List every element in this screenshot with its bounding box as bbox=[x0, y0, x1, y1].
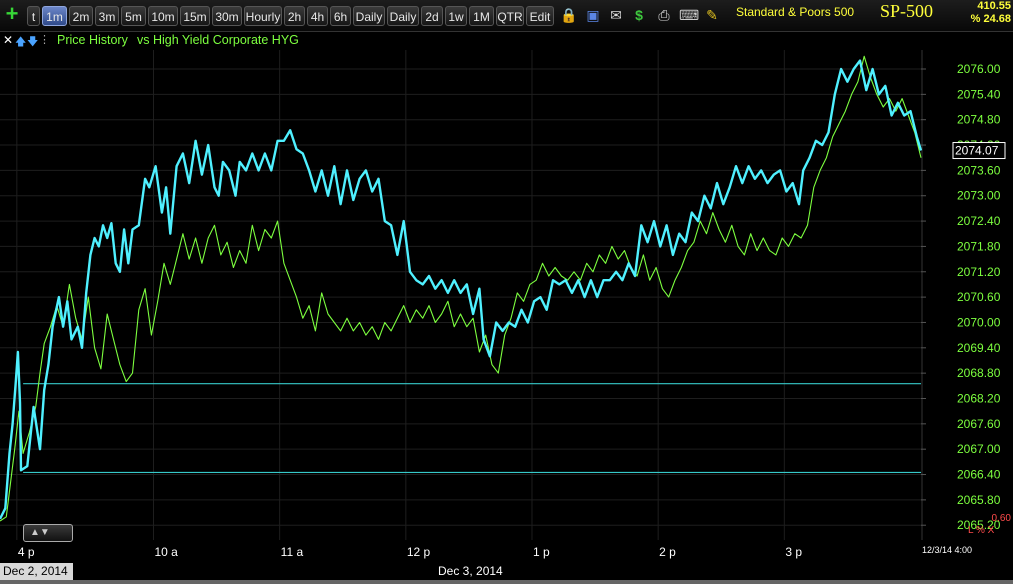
x-tick-label: 3 p bbox=[785, 545, 802, 559]
date-left: Dec 2, 2014 bbox=[0, 563, 73, 580]
y-tick-label: 2076.00 bbox=[957, 62, 1001, 76]
horizontal-lines bbox=[23, 383, 921, 474]
grip-icon: ▲▼ bbox=[30, 527, 50, 538]
y-tick-label: 2075.40 bbox=[957, 87, 1001, 101]
x-tick-label: 10 a bbox=[155, 545, 179, 559]
y-axis-ticks: 2076.002075.402074.802074.202073.602073.… bbox=[921, 62, 1001, 532]
chart-series bbox=[0, 55, 923, 522]
last-timestamp: 12/3/14 4:00 bbox=[922, 545, 973, 555]
x-tick-label: 12 p bbox=[407, 545, 431, 559]
y-tick-label: 2071.20 bbox=[957, 265, 1001, 279]
y-tick-label: 2066.40 bbox=[957, 468, 1001, 482]
y-tick-label: 2072.40 bbox=[957, 214, 1001, 228]
y-tick-label: 2065.80 bbox=[957, 493, 1001, 507]
chart-grid bbox=[0, 50, 923, 540]
series-hyg-comparison[interactable] bbox=[0, 55, 922, 522]
y-tick-label: 2071.80 bbox=[957, 239, 1001, 253]
last-value-box: 2074.07 bbox=[952, 142, 1006, 160]
price-chart[interactable]: 4 p 10 a 11 a 12 p 1 p 2 p 3 p 2076.00 2075.40 2… bbox=[0, 0, 1013, 584]
x-axis-ticks: 4 p 10 a 11 a 12 p 1 p 2 p 3 p bbox=[18, 545, 803, 559]
y-tick-label: 2068.20 bbox=[957, 391, 1001, 405]
y-tick-label: 2073.00 bbox=[957, 189, 1001, 203]
x-tick-label: 1 p bbox=[533, 545, 550, 559]
scroll-handle[interactable]: ▲▼ bbox=[23, 524, 73, 542]
y-tick-label: 2069.40 bbox=[957, 341, 1001, 355]
series-price-history[interactable] bbox=[0, 59, 923, 520]
y-tick-label: 2067.00 bbox=[957, 442, 1001, 456]
y-tick-label: 2070.00 bbox=[957, 315, 1001, 329]
x-tick-label: 2 p bbox=[659, 545, 676, 559]
last-value-label: 2074.07 bbox=[955, 144, 999, 158]
bottom-scrollbar[interactable] bbox=[0, 580, 1013, 584]
indicator-value: 0.60 bbox=[991, 513, 1011, 524]
y-tick-label: 2070.60 bbox=[957, 290, 1001, 304]
y-tick-label: 2074.80 bbox=[957, 113, 1001, 127]
date-center: Dec 3, 2014 bbox=[438, 564, 503, 578]
y-tick-label: 2068.80 bbox=[957, 366, 1001, 380]
indicator-label[interactable]: L % X bbox=[968, 525, 994, 536]
y-tick-label: 2073.60 bbox=[957, 163, 1001, 177]
y-tick-label: 2067.60 bbox=[957, 417, 1001, 431]
x-tick-label: 11 a bbox=[281, 545, 304, 559]
x-tick-label: 4 p bbox=[18, 545, 35, 559]
